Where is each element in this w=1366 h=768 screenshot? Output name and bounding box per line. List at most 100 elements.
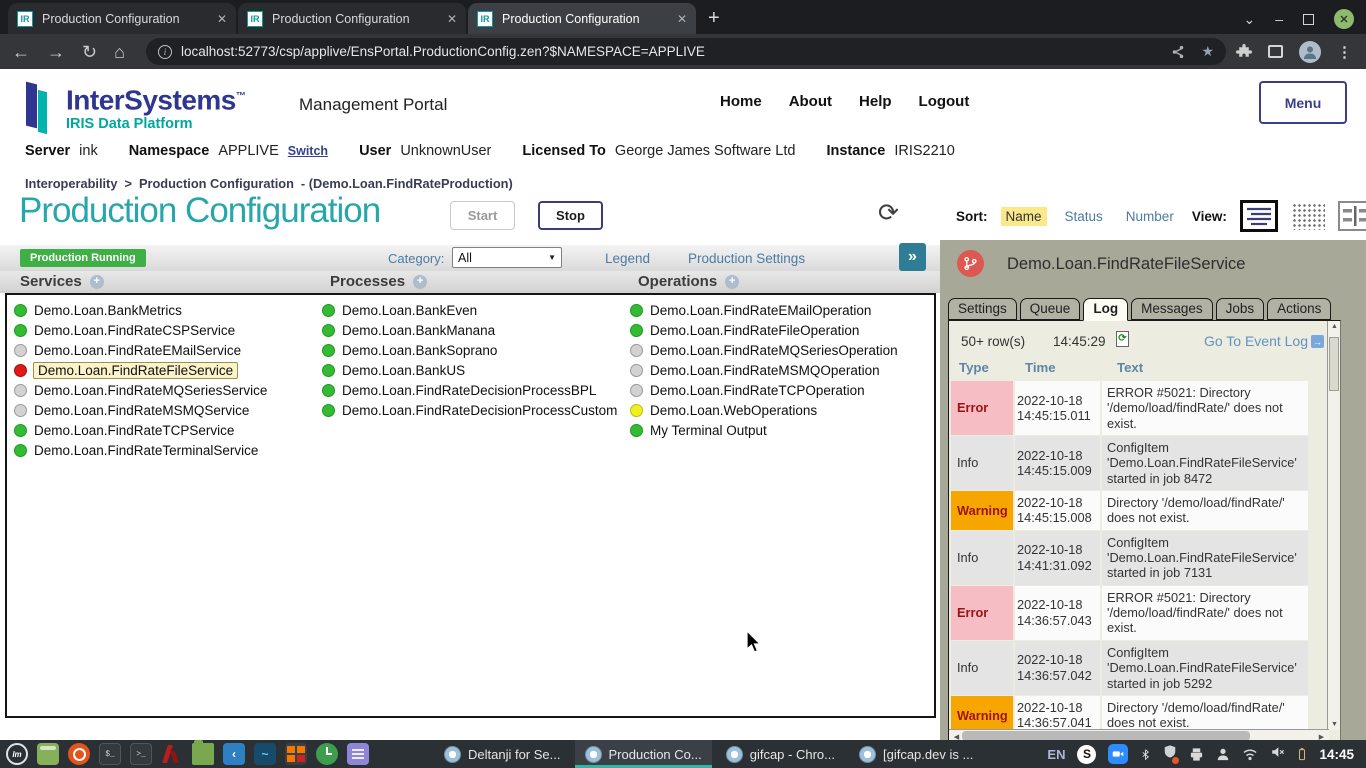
view-list-icon[interactable]: [1240, 200, 1278, 232]
tab-close-icon[interactable]: ✕: [217, 12, 227, 26]
bluetooth-icon[interactable]: [1140, 747, 1151, 762]
mint-menu-icon[interactable]: lm: [6, 743, 28, 765]
menu-button[interactable]: Menu: [1259, 81, 1347, 124]
panel-tab[interactable]: Settings: [948, 298, 1017, 320]
panel-tab[interactable]: Log: [1083, 298, 1128, 321]
forward-button[interactable]: →: [47, 43, 65, 61]
stop-button[interactable]: Stop: [538, 201, 603, 230]
scroll-up-icon[interactable]: ▲: [1328, 323, 1341, 330]
profile-avatar[interactable]: [1299, 41, 1321, 63]
browser-tab[interactable]: IR Production Configuration ✕: [238, 3, 466, 34]
taskbar-window-button[interactable]: Deltanji for Se...: [434, 740, 571, 768]
config-item[interactable]: Demo.Loan.FindRateFileOperation: [630, 320, 898, 340]
tab-close-icon[interactable]: ✕: [447, 12, 457, 26]
nav-link[interactable]: Help: [859, 93, 892, 110]
config-item[interactable]: Demo.Loan.BankSoprano: [322, 340, 617, 360]
bookmark-star-icon[interactable]: ★: [1201, 43, 1214, 60]
add-process-icon[interactable]: +: [413, 275, 427, 289]
config-item[interactable]: Demo.Loan.FindRateMQSeriesService: [14, 380, 267, 400]
config-item[interactable]: Demo.Loan.FindRateCSPService: [14, 320, 267, 340]
notes-icon[interactable]: [347, 743, 369, 765]
external-link-icon[interactable]: →: [1311, 335, 1324, 348]
home-button[interactable]: ⌂: [114, 43, 125, 61]
printer-icon[interactable]: [1189, 747, 1204, 762]
config-item[interactable]: Demo.Loan.FindRateMSMQOperation: [630, 360, 898, 380]
user-icon[interactable]: [1216, 747, 1230, 761]
config-item[interactable]: Demo.Loan.FindRateDecisionProcessBPL: [322, 380, 617, 400]
nav-link[interactable]: Home: [720, 93, 762, 110]
config-item[interactable]: Demo.Loan.FindRateEMailService: [14, 340, 267, 360]
sort-option[interactable]: Number: [1121, 207, 1179, 226]
close-window-button[interactable]: ✕: [1334, 9, 1354, 29]
wave-app-icon[interactable]: ~: [254, 743, 276, 765]
video-call-icon[interactable]: [1108, 744, 1128, 764]
config-item[interactable]: My Terminal Output: [630, 420, 898, 440]
config-item[interactable]: Demo.Loan.FindRateMQSeriesOperation: [630, 340, 898, 360]
wifi-icon[interactable]: [1242, 748, 1258, 761]
config-item[interactable]: Demo.Loan.WebOperations: [630, 400, 898, 420]
calculator-icon[interactable]: [285, 743, 307, 765]
sort-option[interactable]: Status: [1060, 207, 1108, 226]
new-tab-button[interactable]: +: [708, 9, 720, 27]
panel-tab[interactable]: Messages: [1131, 298, 1213, 320]
nav-link[interactable]: About: [789, 93, 832, 110]
files-icon[interactable]: [37, 743, 59, 765]
browser-tab[interactable]: IR Production Configuration ✕: [8, 3, 236, 34]
config-item[interactable]: Demo.Loan.BankEven: [322, 300, 617, 320]
terminal-icon[interactable]: $_: [99, 743, 121, 765]
taskbar-clock[interactable]: 14:45: [1319, 747, 1354, 762]
clock-app-icon[interactable]: [316, 743, 338, 765]
taskbar-window-button[interactable]: gifcap - Chro...: [716, 740, 845, 768]
add-service-icon[interactable]: +: [90, 275, 104, 289]
go-to-event-log-link[interactable]: Go To Event Log: [1204, 333, 1308, 349]
view-split-icon[interactable]: [1338, 201, 1366, 231]
config-item[interactable]: Demo.Loan.FindRateTCPOperation: [630, 380, 898, 400]
skype-icon[interactable]: S: [1077, 745, 1096, 764]
log-refresh-icon[interactable]: ⟳: [1116, 331, 1129, 347]
vertical-scroll-thumb[interactable]: [1329, 337, 1339, 391]
minimize-button[interactable]: –: [1275, 11, 1283, 27]
expand-panel-button[interactable]: »: [899, 243, 926, 271]
keyboard-layout-indicator[interactable]: EN: [1047, 747, 1065, 762]
switch-link[interactable]: Switch: [288, 144, 328, 158]
volume-muted-icon[interactable]: [1270, 745, 1285, 764]
config-item[interactable]: Demo.Loan.BankManana: [322, 320, 617, 340]
config-item[interactable]: Demo.Loan.BankUS: [322, 360, 617, 380]
back-button[interactable]: ←: [12, 43, 30, 61]
config-item[interactable]: Demo.Loan.FindRateEMailOperation: [630, 300, 898, 320]
browser-tab[interactable]: IR Production Configuration ✕: [468, 3, 696, 34]
view-grid-icon[interactable]: [1291, 202, 1325, 230]
sort-option[interactable]: Name: [1001, 207, 1047, 226]
category-select[interactable]: All ▼: [452, 247, 562, 268]
config-item[interactable]: Demo.Loan.FindRateFileService: [14, 360, 267, 380]
share-icon[interactable]: [1171, 45, 1185, 59]
url-text[interactable]: localhost:52773/csp/applive/EnsPortal.Pr…: [181, 44, 1161, 59]
config-item[interactable]: Demo.Loan.FindRateTerminalService: [14, 440, 267, 460]
site-info-icon[interactable]: i: [158, 45, 172, 59]
refresh-spinner-icon[interactable]: ⟳: [878, 198, 899, 228]
taskbar-window-button[interactable]: Production Co...: [575, 740, 712, 768]
config-item[interactable]: Demo.Loan.FindRateTCPService: [14, 420, 267, 440]
taskbar-window-button[interactable]: [gifcap.dev is ...: [849, 740, 983, 768]
terminal-icon-2[interactable]: >_: [130, 743, 152, 765]
vertical-scrollbar[interactable]: ▲ ▼: [1327, 321, 1340, 730]
battery-icon[interactable]: [1297, 746, 1307, 762]
panel-tab[interactable]: Jobs: [1216, 298, 1265, 320]
panel-tab[interactable]: Queue: [1020, 298, 1081, 320]
side-panel-icon[interactable]: [1268, 45, 1283, 58]
shield-icon[interactable]: [1163, 744, 1177, 764]
start-button[interactable]: Start: [450, 201, 515, 230]
extensions-puzzle-icon[interactable]: [1236, 44, 1252, 60]
red-app-icon[interactable]: [161, 743, 183, 765]
tab-search-chevron-icon[interactable]: ⌄: [1243, 11, 1255, 28]
address-bar[interactable]: i localhost:52773/csp/applive/EnsPortal.…: [146, 38, 1226, 65]
config-item[interactable]: Demo.Loan.FindRateMSMQService: [14, 400, 267, 420]
config-item[interactable]: Demo.Loan.FindRateDecisionProcessCustom: [322, 400, 617, 420]
production-settings-link[interactable]: Production Settings: [688, 251, 805, 266]
add-operation-icon[interactable]: +: [725, 275, 739, 289]
nav-link[interactable]: Logout: [919, 93, 970, 110]
restore-button[interactable]: [1303, 14, 1314, 25]
reload-button[interactable]: ↻: [82, 43, 97, 61]
scroll-down-icon[interactable]: ▼: [1328, 721, 1341, 728]
breadcrumb-root[interactable]: Interoperability: [25, 176, 117, 191]
